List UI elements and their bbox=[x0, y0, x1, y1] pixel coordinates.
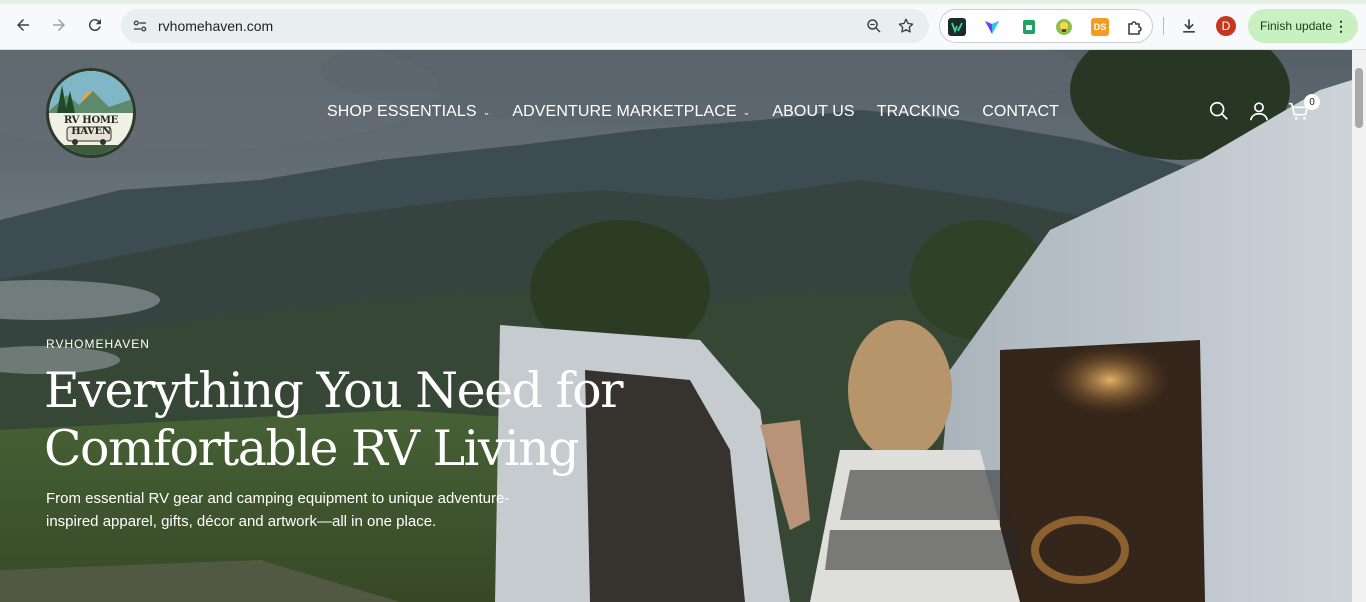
logo-text: RV HOME HAVEN bbox=[64, 115, 118, 137]
download-icon[interactable] bbox=[1179, 16, 1199, 36]
more-menu-icon[interactable]: ⋮ bbox=[1334, 18, 1348, 35]
bulb-extension-icon[interactable] bbox=[1055, 18, 1073, 36]
profile-avatar[interactable]: D bbox=[1216, 16, 1236, 36]
chevron-down-icon: ⌄ bbox=[742, 106, 751, 117]
hero-headline: Everything You Need for Comfortable RV L… bbox=[44, 362, 644, 478]
shield-extension-icon[interactable] bbox=[983, 18, 1001, 36]
scrollbar-thumb[interactable] bbox=[1355, 68, 1363, 128]
bookmark-star-icon[interactable] bbox=[897, 17, 915, 35]
nav-item-shop-essentials[interactable]: SHOP ESSENTIALS ⌄ bbox=[327, 103, 490, 121]
page-scrollbar[interactable] bbox=[1352, 50, 1366, 602]
finish-update-label: Finish update bbox=[1260, 19, 1333, 33]
nav-item-about-us[interactable]: ABOUT US bbox=[772, 103, 854, 121]
forward-button[interactable] bbox=[46, 12, 72, 38]
logo-emblem-icon bbox=[49, 71, 133, 155]
puzzle-extensions-icon[interactable] bbox=[1126, 18, 1144, 36]
nav-item-adventure-marketplace[interactable]: ADVENTURE MARKETPLACE ⌄ bbox=[512, 103, 750, 121]
ds-extension-icon[interactable]: DS bbox=[1091, 18, 1109, 36]
nav-label: ADVENTURE MARKETPLACE bbox=[512, 103, 737, 120]
hero-section: RV HOME HAVEN SHOP ESSENTIALS ⌄ ADVENTUR… bbox=[0, 50, 1352, 602]
cart-icon[interactable]: 0 bbox=[1288, 94, 1320, 122]
nav-label: SHOP ESSENTIALS bbox=[327, 103, 477, 120]
extensions-bar: DS bbox=[939, 9, 1153, 43]
nav-label: ABOUT US bbox=[772, 103, 855, 120]
reload-icon bbox=[88, 19, 101, 32]
account-icon[interactable] bbox=[1248, 100, 1270, 122]
nav-item-contact[interactable]: CONTACT bbox=[982, 103, 1059, 121]
arrow-left-icon bbox=[17, 19, 29, 31]
nav-label: CONTACT bbox=[982, 103, 1060, 120]
back-button[interactable] bbox=[10, 12, 36, 38]
hero-headline-line-1: Everything You Need for bbox=[44, 362, 624, 419]
site-logo[interactable]: RV HOME HAVEN bbox=[46, 68, 136, 158]
chevron-down-icon: ⌄ bbox=[482, 106, 491, 117]
address-bar[interactable]: rvhomehaven.com bbox=[121, 9, 929, 43]
url-text[interactable]: rvhomehaven.com bbox=[158, 18, 273, 34]
hero-headline-line-2: Comfortable RV Living bbox=[44, 420, 580, 477]
main-navigation: SHOP ESSENTIALS ⌄ ADVENTURE MARKETPLACE … bbox=[327, 103, 1059, 121]
header-actions: 0 bbox=[1208, 94, 1320, 122]
nav-label: TRACKING bbox=[876, 103, 961, 120]
nav-item-tracking[interactable]: TRACKING bbox=[877, 103, 960, 121]
arrow-right-icon bbox=[53, 19, 65, 31]
page-viewport: RV HOME HAVEN SHOP ESSENTIALS ⌄ ADVENTUR… bbox=[0, 50, 1352, 602]
site-info-icon[interactable] bbox=[131, 17, 149, 35]
cart-count-badge: 0 bbox=[1304, 94, 1320, 110]
toolbar-divider bbox=[1163, 17, 1164, 35]
vidiq-extension-icon[interactable] bbox=[948, 18, 966, 36]
hero-subheading: From essential RV gear and camping equip… bbox=[46, 490, 510, 530]
sheets-extension-icon[interactable] bbox=[1020, 18, 1038, 36]
tab-strip-edge bbox=[0, 0, 1366, 4]
reload-button[interactable] bbox=[82, 12, 108, 38]
browser-toolbar: rvhomehaven.com DS D Finish update ⋮ bbox=[0, 0, 1366, 50]
zoom-icon[interactable] bbox=[865, 17, 883, 35]
search-icon[interactable] bbox=[1208, 100, 1230, 122]
hero-eyebrow: RVHOMEHAVEN bbox=[46, 337, 150, 351]
finish-update-button[interactable]: Finish update ⋮ bbox=[1248, 9, 1358, 43]
